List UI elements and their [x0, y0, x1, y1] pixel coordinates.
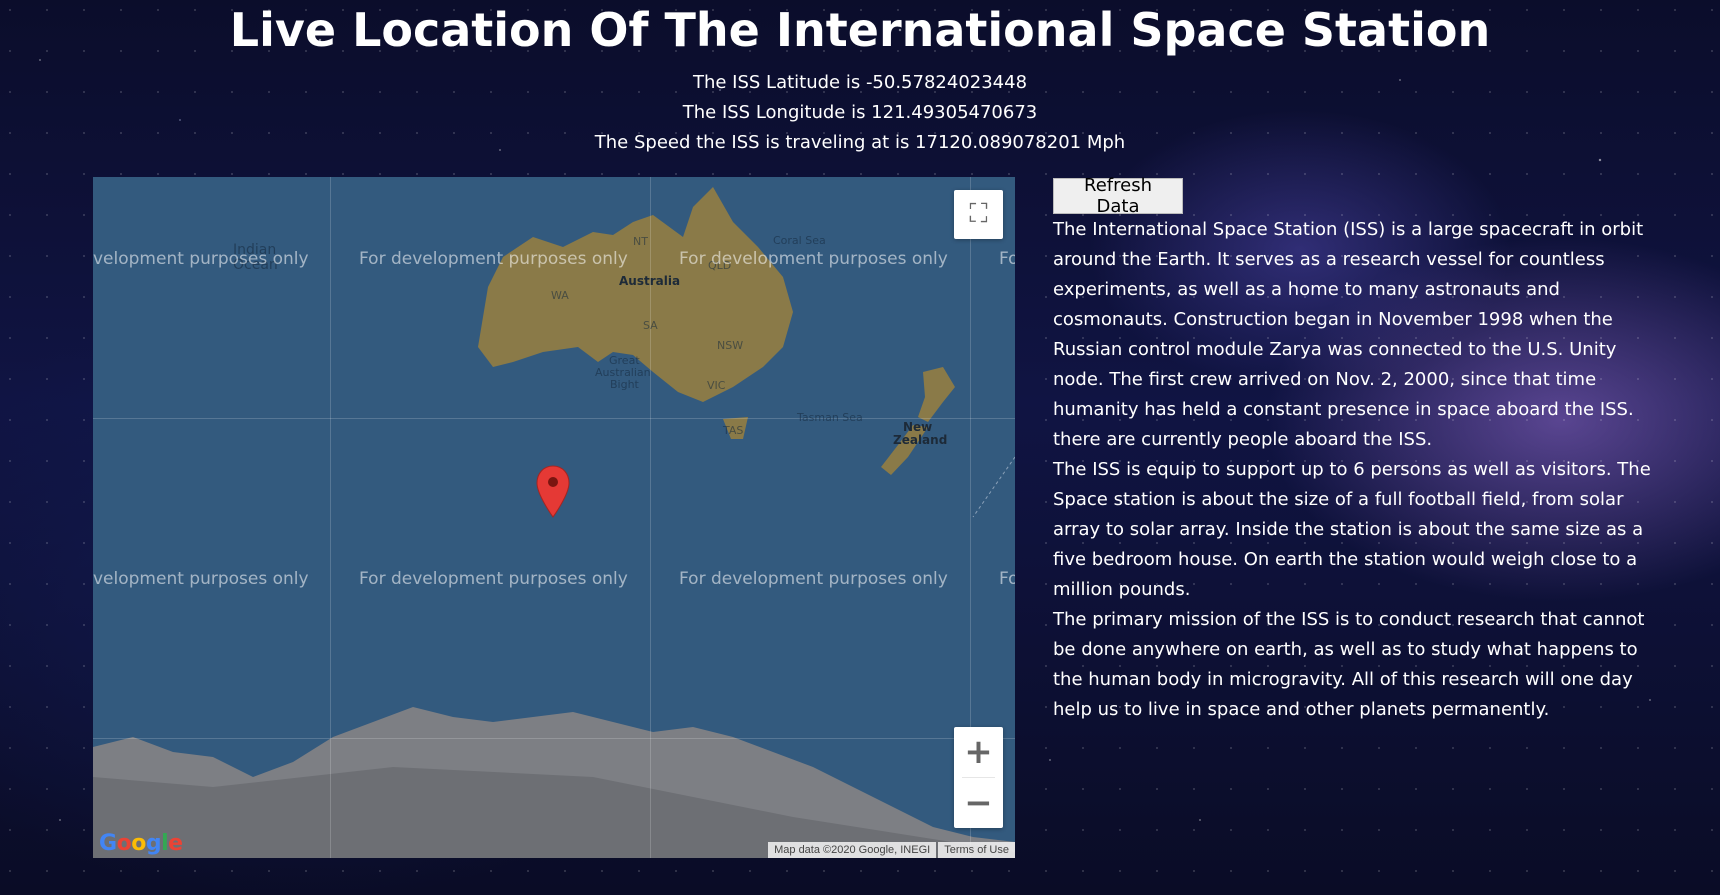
description-paragraph: The International Space Station (ISS) is…	[1053, 219, 1644, 420]
label-new-zealand-1: New	[903, 420, 933, 434]
dev-watermark: For development purposes only	[679, 569, 948, 589]
dev-watermark: For development purposes only	[359, 569, 628, 589]
zoom-in-button[interactable]: +	[954, 727, 1003, 777]
google-logo[interactable]: Google	[99, 831, 183, 856]
iss-speed: The Speed the ISS is traveling at is 171…	[594, 132, 1126, 153]
dev-watermark: For development purposes only	[679, 249, 948, 269]
grid-line-v1	[330, 177, 331, 858]
dev-watermark: For development purposes only	[359, 249, 628, 269]
iss-description: The International Space Station (ISS) is…	[1053, 215, 1663, 725]
map-attribution: Map data ©2020 Google, INEGI Terms of Us…	[766, 842, 1015, 858]
label-new-zealand-2: Zealand	[893, 433, 948, 447]
dev-watermark: velopment purposes only	[93, 249, 309, 269]
new-zealand-north	[918, 367, 955, 422]
dev-watermark: Fo	[999, 569, 1015, 589]
label-australia: Australia	[619, 274, 681, 288]
page-title: Live Location Of The International Space…	[229, 3, 1491, 57]
label-nsw: NSW	[717, 339, 744, 352]
iss-latitude: The ISS Latitude is -50.57824023448	[692, 72, 1028, 93]
label-wa: WA	[551, 289, 569, 302]
fullscreen-button[interactable]: ⛶	[954, 190, 1003, 239]
grid-line-h1	[93, 418, 1015, 419]
zoom-out-button[interactable]: −	[954, 778, 1003, 828]
label-sa: SA	[643, 319, 658, 332]
dateline-dashes	[972, 456, 1015, 518]
description-paragraph: The ISS is equip to support up to 6 pers…	[1053, 459, 1651, 600]
description-paragraph: The primary mission of the ISS is to con…	[1053, 609, 1645, 720]
label-tasman-sea: Tasman Sea	[797, 411, 863, 424]
label-great-bight-3: Bight	[610, 378, 639, 391]
grid-line-h2	[93, 738, 1015, 739]
dev-watermark: velopment purposes only	[93, 569, 309, 589]
fullscreen-icon: ⛶	[969, 199, 988, 229]
label-vic: VIC	[707, 379, 726, 392]
terms-of-use-link[interactable]: Terms of Use	[938, 842, 1015, 858]
iss-longitude: The ISS Longitude is 121.49305470673	[682, 102, 1038, 123]
iss-location-marker-icon[interactable]	[535, 465, 571, 519]
label-tas: TAS	[723, 424, 744, 437]
label-nt: NT	[633, 235, 648, 248]
label-coral-sea: Coral Sea	[773, 234, 826, 247]
dev-watermark: Fo	[999, 249, 1015, 269]
refresh-data-button[interactable]: Refresh Data	[1053, 175, 1183, 217]
description-paragraph: there are currently people aboard the IS…	[1053, 429, 1433, 450]
zoom-controls: + −	[954, 727, 1003, 828]
map-data-credit: Map data ©2020 Google, INEGI	[768, 842, 937, 858]
map-container[interactable]: Indian Ocean Australia NT WA SA QLD NSW …	[93, 177, 1015, 858]
